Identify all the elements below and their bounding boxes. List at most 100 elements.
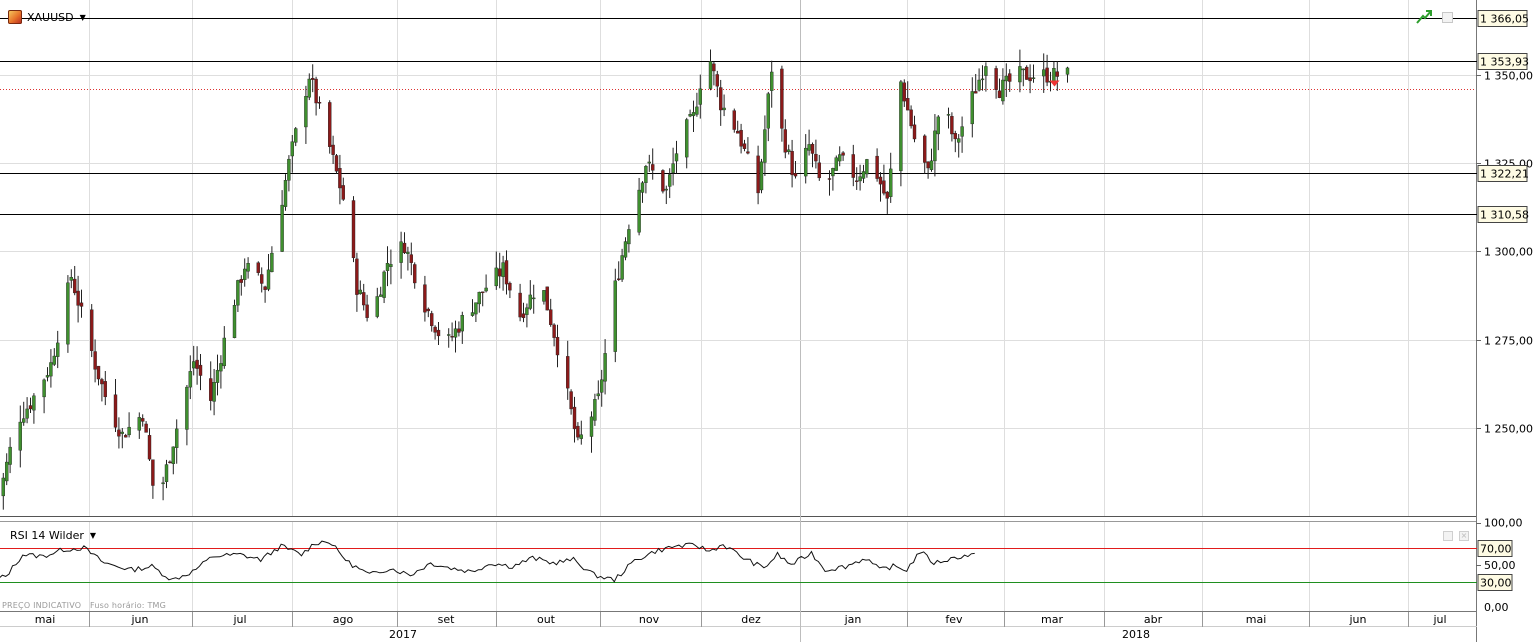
candle-body [997,90,1002,98]
candle-body [994,68,998,90]
candle-body [851,154,855,178]
candle-body [746,151,750,154]
candle-body [899,81,903,172]
candle-body [651,164,655,171]
candle-body [32,395,36,411]
candle-body [72,278,77,294]
candle-body [885,191,889,199]
month-label: jul [1432,613,1446,626]
candle-body [144,423,148,433]
candle-body [732,110,736,130]
candle-body [270,252,274,273]
candle-body [161,482,165,485]
watermark: PREÇO INDICATIVO Fuso horário: TMG [2,601,166,610]
close-icon[interactable]: × [1459,531,1469,541]
candle-body [671,163,675,173]
candle-body [518,292,522,318]
candle-body [542,290,546,302]
candle-body [508,282,512,291]
candle-body [603,353,607,382]
candle-body [69,277,74,281]
candle-body [474,302,478,315]
candle-body [1024,66,1029,80]
candle [1024,65,1029,80]
candle-body [980,78,985,81]
candle-body [1065,67,1070,75]
month-label: set [438,613,455,626]
candle-body [953,133,957,140]
candle-body [600,379,604,393]
candle-body [49,362,53,377]
candle [232,299,237,339]
candle-body [45,375,50,378]
candle-body [242,268,247,280]
candle-body [906,98,910,111]
candle-body [498,268,502,277]
chevron-down-icon[interactable]: ▼ [90,531,96,540]
maximize-icon[interactable] [1442,11,1453,23]
candle-body [379,294,383,297]
candle-body [338,168,342,189]
candle-body [712,63,716,72]
month-label: jan [844,613,862,626]
candle-body [923,135,927,163]
candle [759,158,764,194]
candle-body [946,114,951,116]
month-label: mai [35,613,56,626]
candle-body [685,119,689,158]
candle [661,169,665,194]
year-label: 2017 [389,628,417,641]
maximize-icon[interactable] [1443,531,1453,541]
candle-body [766,93,770,129]
price-level-label: 1 322,21 [1480,168,1529,181]
year-label: 2018 [1122,628,1150,641]
candle-body [644,166,648,183]
candle-body [970,91,974,125]
candle-body [222,337,227,367]
candle-body [984,66,988,76]
candle-body [4,461,9,482]
candle-body [453,328,458,338]
candle-body [933,130,937,162]
candle-body [100,379,104,385]
candle-body [817,162,821,179]
indicator-selector[interactable]: RSI 14 Wilder ▼ [10,527,96,543]
candle-body [814,153,818,162]
candle-body [974,91,978,94]
candle-body [1008,73,1012,82]
month-label: ago [333,613,354,626]
candle-body [317,102,322,104]
candle-body [1041,69,1046,77]
candle-body [572,406,577,430]
candle-body [501,262,505,277]
candle-body [239,279,244,283]
candle-body [481,291,485,294]
symbol-selector[interactable]: XAUUSD ▼ [8,8,86,26]
candle-body [260,274,264,284]
candle-body [290,141,294,157]
candle-body [579,434,583,439]
candle-body [151,459,155,486]
candle-body [957,138,961,143]
symbol-name: XAUUSD [27,10,74,24]
candle-body [212,382,216,402]
candle-body [494,267,498,287]
month-label: dez [741,613,761,626]
candle-body [294,128,298,143]
candle-body [25,408,29,419]
candle-body [168,461,172,464]
candle-body [328,102,332,147]
candle-body [664,188,668,191]
candle-body [858,176,862,182]
candle-body [219,363,223,372]
candle-body [698,88,702,105]
candle-body [528,294,532,309]
trend-tool-icon[interactable] [1416,10,1432,24]
candle-body [280,204,284,252]
price-chart[interactable]: 1 375,001 350,001 325,001 300,001 275,00… [0,0,1533,642]
candle-body [912,124,917,140]
candle-body [545,286,549,311]
month-label: jul [232,613,246,626]
chevron-down-icon[interactable]: ▼ [80,13,86,22]
rsi-level-label: 70,00 [1480,543,1512,556]
